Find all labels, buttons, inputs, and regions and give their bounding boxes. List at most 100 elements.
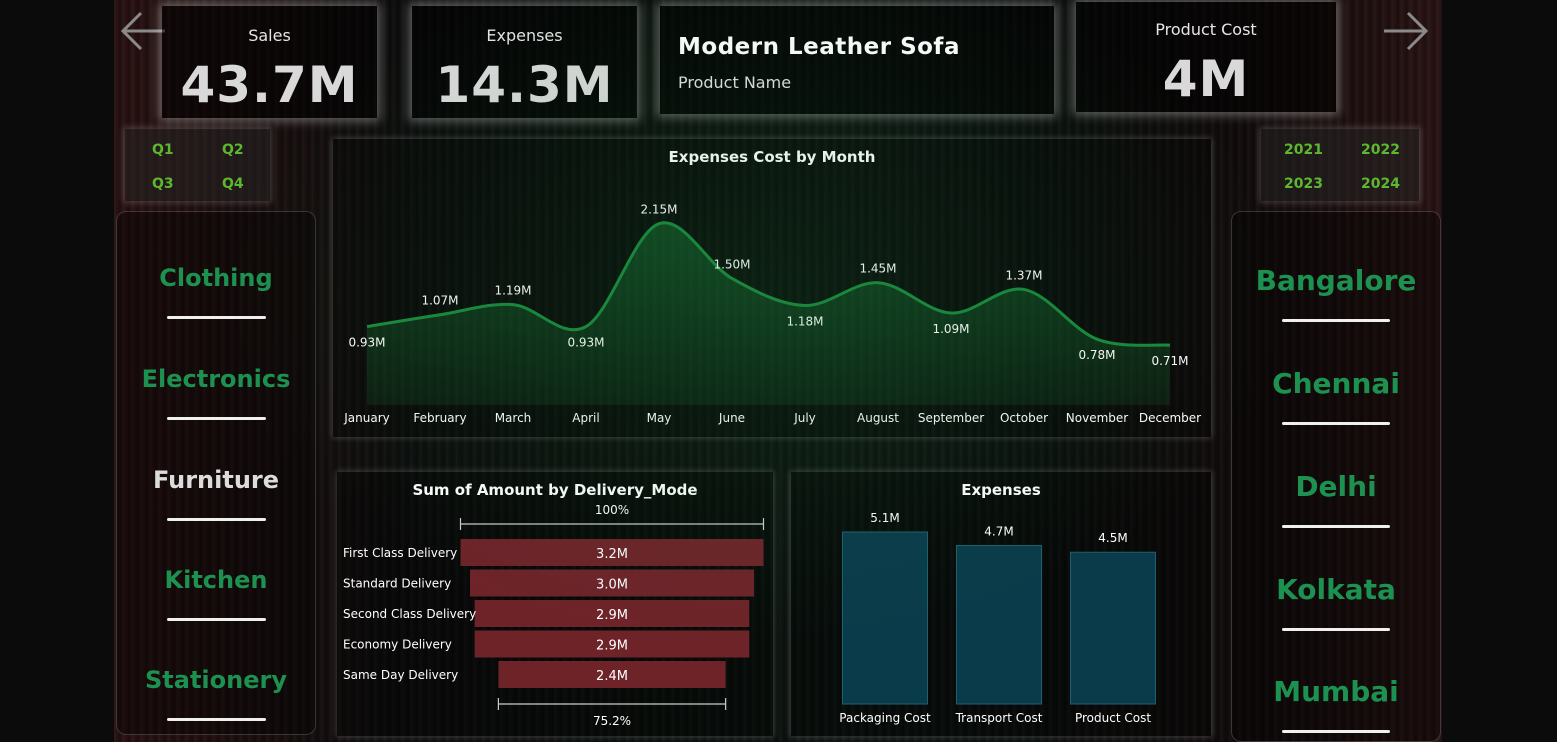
funnel-top-percent: 100% [595,503,629,517]
dashboard-canvas: Sales 43.7M Expenses 14.3M Modern Leathe… [114,0,1442,742]
data-label: 3.2M [596,547,628,562]
x-tick-label: January [343,411,390,425]
product-name-label: Product Name [678,73,792,92]
city-item-chennai[interactable]: Chennai [1232,367,1440,400]
x-tick-label: Packaging Cost [839,711,931,725]
category-item-kitchen[interactable]: Kitchen [117,566,315,594]
divider [167,417,266,420]
category-label: Standard Delivery [343,577,451,591]
x-tick-label: December [1139,411,1201,425]
x-tick-label: May [647,411,672,425]
bar[interactable] [956,544,1042,705]
x-tick-label: February [413,411,466,425]
data-label: 1.37M [1005,268,1042,282]
product-card: Modern Leather Sofa Product Name [660,6,1054,114]
expenses-by-month-chart: Expenses Cost by Month January 0.93M Febru… [333,139,1211,437]
category-label: Second Class Delivery [343,607,476,621]
divider [1282,525,1390,528]
slicer-q2[interactable]: Q2 [222,142,244,158]
line-chart-svg: January 0.93M February 1.07M March 1.19M April… [343,203,1201,425]
category-label: Same Day Delivery [343,668,458,682]
funnel-bottom-bracket [497,698,727,710]
divider [1282,319,1390,322]
slicer-2022[interactable]: 2022 [1361,142,1400,158]
x-tick-label: March [495,411,532,425]
city-item-delhi[interactable]: Delhi [1232,470,1440,503]
slicer-2024[interactable]: 2024 [1361,176,1400,192]
city-slicer-panel: Bangalore Chennai Delhi Kolkata Mumbai [1231,211,1441,742]
data-label: 0.93M [348,336,385,350]
x-tick-label: October [1000,411,1048,425]
x-tick-label: August [857,411,899,425]
x-tick-label: April [572,411,599,425]
category-item-clothing[interactable]: Clothing [117,264,315,292]
funnel-chart-svg: 100% 3.2M First Class Delivery 3.0M Standard… [343,503,765,728]
product-name-value: Modern Leather Sofa [678,34,960,60]
area-fill [367,222,1170,405]
slicer-q3[interactable]: Q3 [152,176,174,192]
data-label: 1.07M [421,294,458,308]
x-tick-label: Transport Cost [955,711,1043,725]
sales-value: 43.7M [180,56,359,114]
category-item-stationery[interactable]: Stationery [117,666,315,694]
divider [167,518,266,521]
data-label: 0.78M [1078,348,1115,362]
x-tick-label: November [1066,411,1128,425]
data-label: 5.1M [870,511,899,525]
expenses-bar-chart: Expenses 5.1M Packaging Cost 4.7M Transport… [791,472,1211,736]
data-label: 2.9M [596,608,628,623]
data-label: 4.7M [984,524,1013,538]
divider [1282,628,1390,631]
divider [167,618,266,621]
x-tick-label: Product Cost [1075,711,1151,725]
data-label: 1.50M [713,257,750,271]
data-label: 0.71M [1151,354,1188,368]
data-label: 3.0M [596,578,628,593]
expenses-label: Expenses [486,26,563,45]
data-label: 1.45M [859,262,896,276]
sales-card: Sales 43.7M [162,6,377,118]
product-cost-value: 4M [1162,50,1250,108]
category-label: First Class Delivery [343,546,457,560]
slicer-q4[interactable]: Q4 [222,176,244,192]
slicer-2021[interactable]: 2021 [1284,142,1323,158]
sales-label: Sales [248,26,291,45]
expenses-value: 14.3M [435,56,614,114]
delivery-mode-funnel-chart: Sum of Amount by Delivery_Mode 100% 3.2M F… [337,472,773,736]
quarter-slicer: Q1 Q2 Q3 Q4 [125,129,270,201]
data-label: 1.18M [786,314,823,328]
bar[interactable] [842,531,928,705]
data-label: 1.19M [494,284,531,298]
x-tick-label: July [793,411,816,425]
category-item-electronics[interactable]: Electronics [117,365,315,393]
expenses-card: Expenses 14.3M [412,6,637,118]
arrow-right-icon[interactable] [1380,6,1430,56]
bar[interactable] [1070,551,1156,705]
slicer-2023[interactable]: 2023 [1284,176,1323,192]
data-label: 2.4M [596,669,628,684]
bar-chart-svg: 5.1M Packaging Cost 4.7M Transport Cost 4.5M… [839,511,1156,725]
city-item-mumbai[interactable]: Mumbai [1232,675,1440,708]
category-slicer-panel: Clothing Electronics Furniture Kitchen S… [116,211,316,735]
divider [167,316,266,319]
funnel-bottom-percent: 75.2% [593,714,631,728]
divider [167,718,266,721]
funnel-top-bracket [459,518,765,530]
data-label: 4.5M [1098,531,1127,545]
category-item-furniture[interactable]: Furniture [117,466,315,494]
year-slicer: 2021 2022 2023 2024 [1261,129,1419,201]
city-item-bangalore[interactable]: Bangalore [1232,264,1440,297]
data-label: 1.09M [932,322,969,336]
x-tick-label: June [718,411,745,425]
divider [1282,422,1390,425]
slicer-q1[interactable]: Q1 [152,142,174,158]
divider [1282,730,1390,733]
data-label: 2.15M [640,203,677,217]
product-cost-card: Product Cost 4M [1076,2,1336,112]
category-label: Economy Delivery [343,638,452,652]
data-label: 2.9M [596,639,628,654]
x-tick-label: September [918,411,984,425]
city-item-kolkata[interactable]: Kolkata [1232,573,1440,606]
product-cost-label: Product Cost [1155,20,1257,39]
data-label: 0.93M [567,336,604,350]
